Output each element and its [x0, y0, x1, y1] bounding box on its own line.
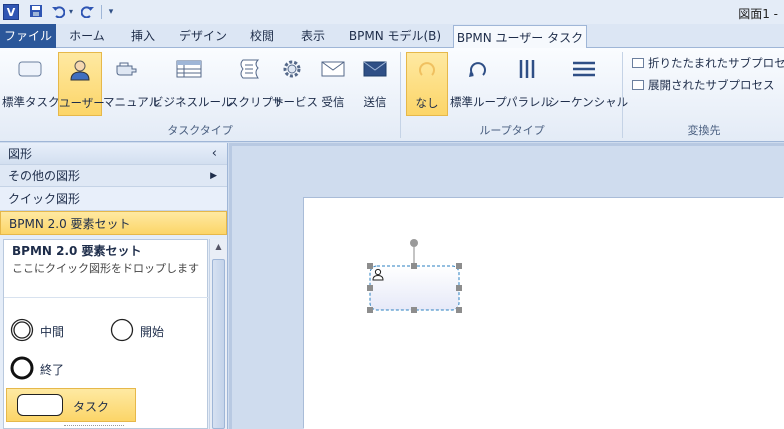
- tab-bpmn-user-task[interactable]: BPMN ユーザー タスク: [453, 25, 587, 49]
- tab-insert[interactable]: 挿入: [120, 24, 166, 48]
- more-shapes-item[interactable]: その他の図形 ▶: [0, 165, 227, 187]
- stencil-title: BPMN 2.0 要素セット: [12, 244, 142, 258]
- qa-separator: [101, 5, 102, 19]
- tab-review[interactable]: 校閲: [240, 24, 284, 48]
- collapse-pane-icon[interactable]: ‹: [212, 143, 217, 165]
- stencil-scrollbar[interactable]: ▲: [209, 239, 227, 429]
- undo-icon[interactable]: [50, 4, 66, 20]
- tab-design[interactable]: デザイン: [172, 24, 234, 48]
- shape-label-end: 終了: [40, 363, 65, 377]
- start-event-shape-icon[interactable]: [110, 318, 134, 342]
- scroll-up-icon[interactable]: ▲: [210, 239, 227, 255]
- tab-view[interactable]: 表示: [290, 24, 336, 48]
- ribbon: 標準タスク ユーザー マニュアル ビジネスルール スクリプト サービス 受信 送…: [0, 48, 784, 142]
- loop-parallel-button[interactable]: パラレル: [506, 52, 552, 116]
- stencil-divider: [4, 297, 209, 298]
- quick-shapes-item[interactable]: クイック図形: [0, 187, 227, 211]
- shapes-pane-header: 図形 ‹: [0, 143, 227, 165]
- shape-label-task: タスク: [73, 400, 110, 414]
- task-receive-button[interactable]: 受信: [314, 52, 352, 116]
- shape-label-intermediate: 中間: [40, 325, 65, 339]
- tab-bpmn-model[interactable]: BPMN モデル(B): [342, 24, 448, 48]
- title-bar: V ▾ ▾ 図面1 -: [0, 0, 784, 24]
- loop-none-button[interactable]: なし: [406, 52, 448, 116]
- document-title: 図面1 -: [738, 7, 778, 21]
- end-event-shape-icon[interactable]: [10, 356, 34, 380]
- user-icon: [67, 59, 93, 81]
- standard-task-icon: [17, 58, 43, 80]
- group-separator: [400, 52, 401, 138]
- ribbon-tabs: ファイル ホーム 挿入 デザイン 校閲 表示 BPMN モデル(B) BPMN …: [0, 24, 784, 49]
- gear-icon: [279, 58, 305, 80]
- task-shape-item[interactable]: タスク: [6, 388, 136, 422]
- loop-none-icon: [414, 59, 440, 81]
- tab-file[interactable]: ファイル: [0, 24, 56, 48]
- ruler-left: [229, 143, 232, 429]
- envelope-icon: [320, 58, 346, 80]
- filled-envelope-icon: [362, 58, 388, 80]
- manual-hand-icon: [114, 58, 140, 80]
- undo-dropdown-icon[interactable]: ▾: [67, 4, 75, 20]
- convert-expanded-subprocess-button[interactable]: 展開されたサブプロセス: [632, 77, 775, 95]
- customize-quick-access-icon[interactable]: ▾: [105, 4, 117, 20]
- loop-standard-button[interactable]: 標準ループ: [450, 52, 507, 116]
- expanded-subprocess-icon: [632, 80, 644, 90]
- parallel-bars-icon: [514, 58, 540, 80]
- task-send-button[interactable]: 送信: [355, 52, 395, 116]
- sequential-bars-icon: [571, 58, 597, 80]
- next-item-partial: [64, 425, 124, 428]
- task-user-button[interactable]: ユーザー: [58, 52, 105, 116]
- group-label-loop-type: ループタイプ: [479, 124, 545, 137]
- convert-collapsed-subprocess-button[interactable]: 折りたたまれたサブプロセス: [632, 55, 784, 73]
- group-label-convert-to: 変換先: [687, 124, 721, 137]
- task-shape-icon: [17, 394, 63, 416]
- group-separator: [622, 52, 623, 138]
- save-icon[interactable]: [28, 4, 44, 20]
- shape-label-start: 開始: [140, 325, 165, 339]
- visio-app-icon[interactable]: V: [3, 4, 19, 20]
- task-business-rule-button[interactable]: ビジネスルール: [152, 52, 233, 116]
- selected-user-task-shape[interactable]: [360, 236, 470, 318]
- task-standard-button[interactable]: 標準タスク: [2, 52, 60, 116]
- shapes-pane: 図形 ‹ その他の図形 ▶ クイック図形 BPMN 2.0 要素セット BPMN…: [0, 143, 228, 429]
- stencil-hint: ここにクイック図形をドロップします: [12, 262, 199, 275]
- script-scroll-icon: [236, 58, 262, 80]
- stencil-panel: BPMN 2.0 要素セット ここにクイック図形をドロップします 中間 開始 終…: [3, 239, 209, 429]
- standard-loop-icon: [465, 58, 491, 80]
- scrollbar-thumb[interactable]: [212, 259, 225, 429]
- redo-icon[interactable]: [80, 4, 96, 20]
- task-service-button[interactable]: サービス: [272, 52, 318, 116]
- business-rule-table-icon: [176, 58, 202, 80]
- task-script-button[interactable]: スクリプト: [227, 52, 285, 116]
- task-manual-button[interactable]: マニュアル: [103, 52, 160, 116]
- chevron-right-icon: ▶: [210, 171, 217, 181]
- intermediate-event-shape-icon[interactable]: [10, 318, 34, 342]
- tab-home[interactable]: ホーム: [62, 24, 112, 48]
- collapsed-subprocess-icon: [632, 58, 644, 68]
- ruler-top: [229, 143, 784, 146]
- loop-sequential-button[interactable]: シーケンシャル: [548, 52, 628, 116]
- group-label-task-type: タスクタイプ: [167, 124, 233, 137]
- bpmn-stencil-item[interactable]: BPMN 2.0 要素セット: [0, 211, 227, 235]
